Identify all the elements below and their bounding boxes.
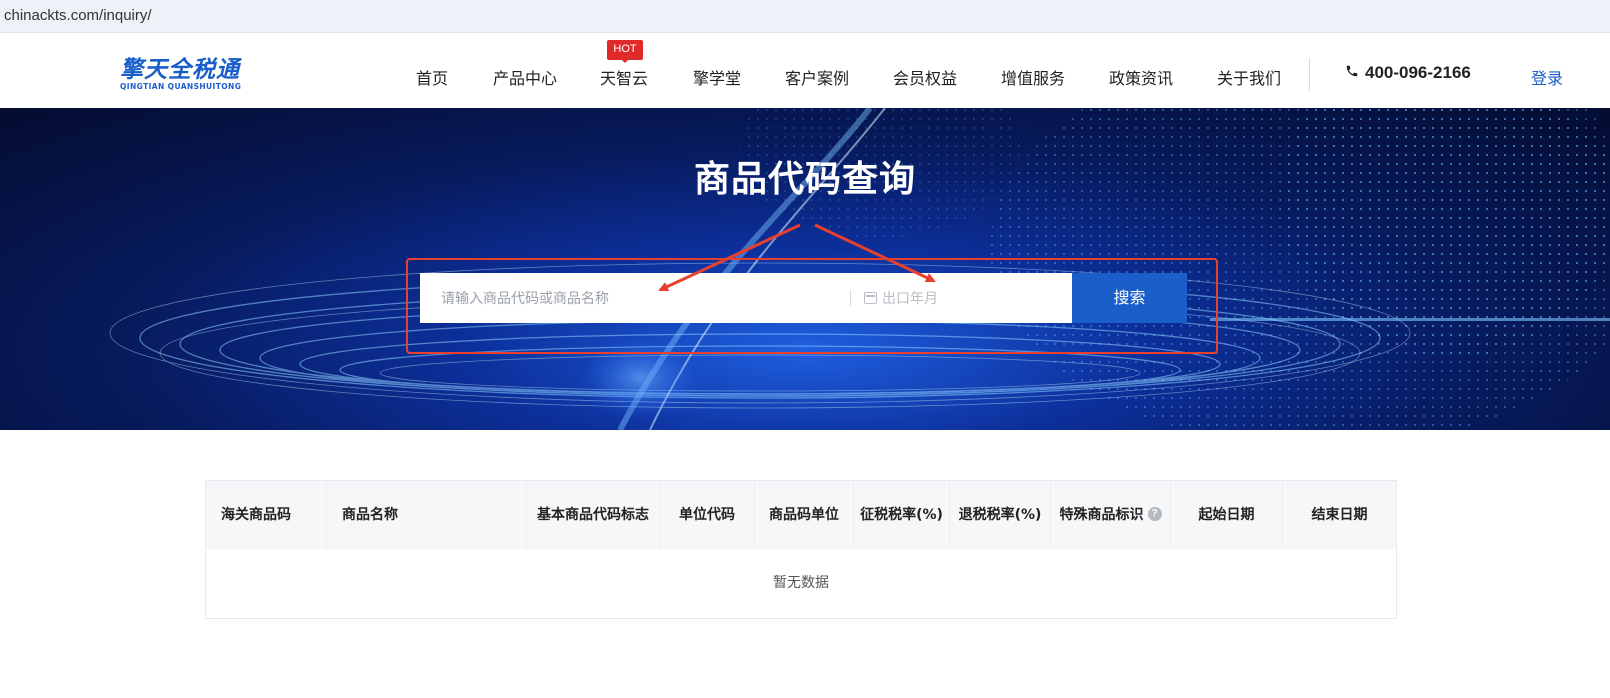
nav-item-products[interactable]: 产品中心 — [493, 65, 557, 89]
phone-contact: 400-096-2166 — [1345, 63, 1471, 83]
help-icon[interactable]: ? — [1147, 507, 1162, 521]
column-header: 征税税率(%) — [854, 481, 950, 549]
nav-item-cases[interactable]: 客户案例 — [785, 65, 849, 89]
product-code-search-input[interactable] — [420, 273, 850, 323]
column-header: 单位代码 — [660, 481, 755, 549]
nav-item-services[interactable]: 增值服务 — [1001, 65, 1065, 89]
column-header: 基本商品代码标志 — [527, 481, 660, 549]
column-header: 商品码单位 — [755, 481, 854, 549]
search-field-separator — [850, 290, 851, 306]
nav-item-academy[interactable]: 擎学堂 — [693, 65, 741, 89]
site-logo[interactable]: 擎天全税通 QINGTIAN QUANSHUITONG — [120, 57, 248, 91]
nav-item-membership[interactable]: 会员权益 — [893, 65, 957, 89]
nav-item-policy-news[interactable]: 政策资讯 — [1109, 65, 1173, 89]
nav-item-about[interactable]: 关于我们 — [1217, 65, 1281, 89]
site-header: 擎天全税通 QINGTIAN QUANSHUITONG 首页 产品中心 HOT … — [0, 38, 1610, 108]
column-header-label: 特殊商品标识 — [1059, 507, 1144, 523]
nav-item-tianzhiyun[interactable]: 天智云 — [600, 65, 648, 89]
column-header: 结束日期 — [1311, 507, 1368, 523]
column-header: 海关商品码 — [206, 481, 327, 549]
search-button[interactable]: 搜索 — [1072, 273, 1187, 323]
results-table: 海关商品码 商品名称 基本商品代码标志 单位代码 商品码单位 征税税率(%) 退… — [205, 480, 1397, 619]
login-link[interactable]: 登录 — [1531, 65, 1563, 89]
column-header: 退税税率(%) — [950, 481, 1051, 549]
column-header-special-mark: 特殊商品标识? — [1051, 481, 1171, 549]
logo-text-en: QINGTIAN QUANSHUITONG — [120, 82, 242, 91]
export-month-input[interactable] — [882, 273, 1062, 323]
hot-badge: HOT — [607, 40, 643, 63]
browser-url[interactable]: chinackts.com/inquiry/ — [4, 7, 152, 24]
logo-text-cn: 擎天全税通 — [120, 57, 240, 83]
phone-number: 400-096-2166 — [1365, 63, 1471, 82]
phone-icon — [1345, 63, 1359, 83]
header-divider — [1309, 58, 1310, 91]
page-title: 商品代码查询 — [693, 159, 916, 200]
browser-address-bar[interactable]: chinackts.com/inquiry/ — [0, 0, 1610, 33]
column-header: 商品名称 — [327, 481, 527, 549]
nav-item-home[interactable]: 首页 — [416, 65, 448, 89]
column-header: 起始日期 — [1171, 481, 1283, 549]
hero-banner: 商品代码查询 搜索 — [0, 108, 1610, 430]
empty-state-text: 暂无数据 — [773, 575, 829, 591]
table-header: 海关商品码 商品名称 基本商品代码标志 单位代码 商品码单位 征税税率(%) 退… — [206, 481, 1396, 549]
search-bar: 搜索 — [420, 273, 1187, 323]
calendar-icon — [864, 292, 877, 304]
